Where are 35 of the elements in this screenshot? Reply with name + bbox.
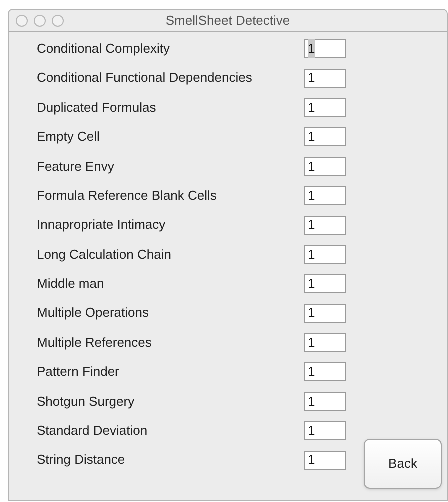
threshold-field[interactable]: 1	[304, 362, 346, 382]
threshold-field[interactable]: 1	[304, 450, 346, 470]
smell-label: Multiple Operations	[37, 304, 150, 322]
window-control-icon[interactable]	[16, 14, 28, 26]
smell-label: String Distance	[37, 451, 126, 470]
smell-label: Pattern Finder	[37, 363, 120, 382]
smell-label: Innapropriate Intimacy	[37, 216, 167, 234]
threshold-field[interactable]: 1	[304, 392, 346, 411]
smell-label: Empty Cell	[37, 128, 101, 146]
window-control-icon[interactable]	[52, 14, 64, 26]
smell-label: Standard Deviation	[37, 422, 149, 440]
smell-label: Long Calculation Chain	[37, 246, 172, 264]
threshold-field[interactable]: 1	[304, 156, 346, 176]
smell-label: Formula Reference Blank Cells	[37, 186, 218, 205]
window-control-icon[interactable]	[34, 14, 46, 26]
threshold-field[interactable]: 1	[304, 186, 346, 206]
threshold-field[interactable]: 1	[304, 98, 346, 117]
smell-label: Multiple References	[37, 334, 153, 352]
threshold-field[interactable]: 1	[304, 421, 346, 440]
window-title: SmellSheet Detective	[166, 12, 290, 30]
threshold-field[interactable]: 1	[304, 68, 346, 88]
smell-label: Shotgun Surgery	[37, 392, 136, 411]
threshold-field[interactable]: 1	[304, 127, 346, 146]
threshold-field[interactable]: 1	[304, 39, 346, 58]
threshold-field[interactable]: 1	[304, 244, 346, 264]
smell-label: Conditional Complexity	[37, 40, 171, 58]
smell-label: Feature Envy	[37, 158, 116, 176]
smell-label: Conditional Functional Dependencies	[37, 69, 254, 88]
threshold-field[interactable]: 1	[304, 216, 346, 235]
smell-label: Middle man	[37, 275, 106, 294]
smell-label: Duplicated Formulas	[37, 98, 158, 117]
threshold-field[interactable]: 1	[304, 304, 346, 323]
back-button[interactable]: Back	[364, 439, 442, 489]
threshold-field[interactable]: 1	[304, 274, 346, 294]
threshold-field[interactable]: 1	[304, 333, 346, 352]
